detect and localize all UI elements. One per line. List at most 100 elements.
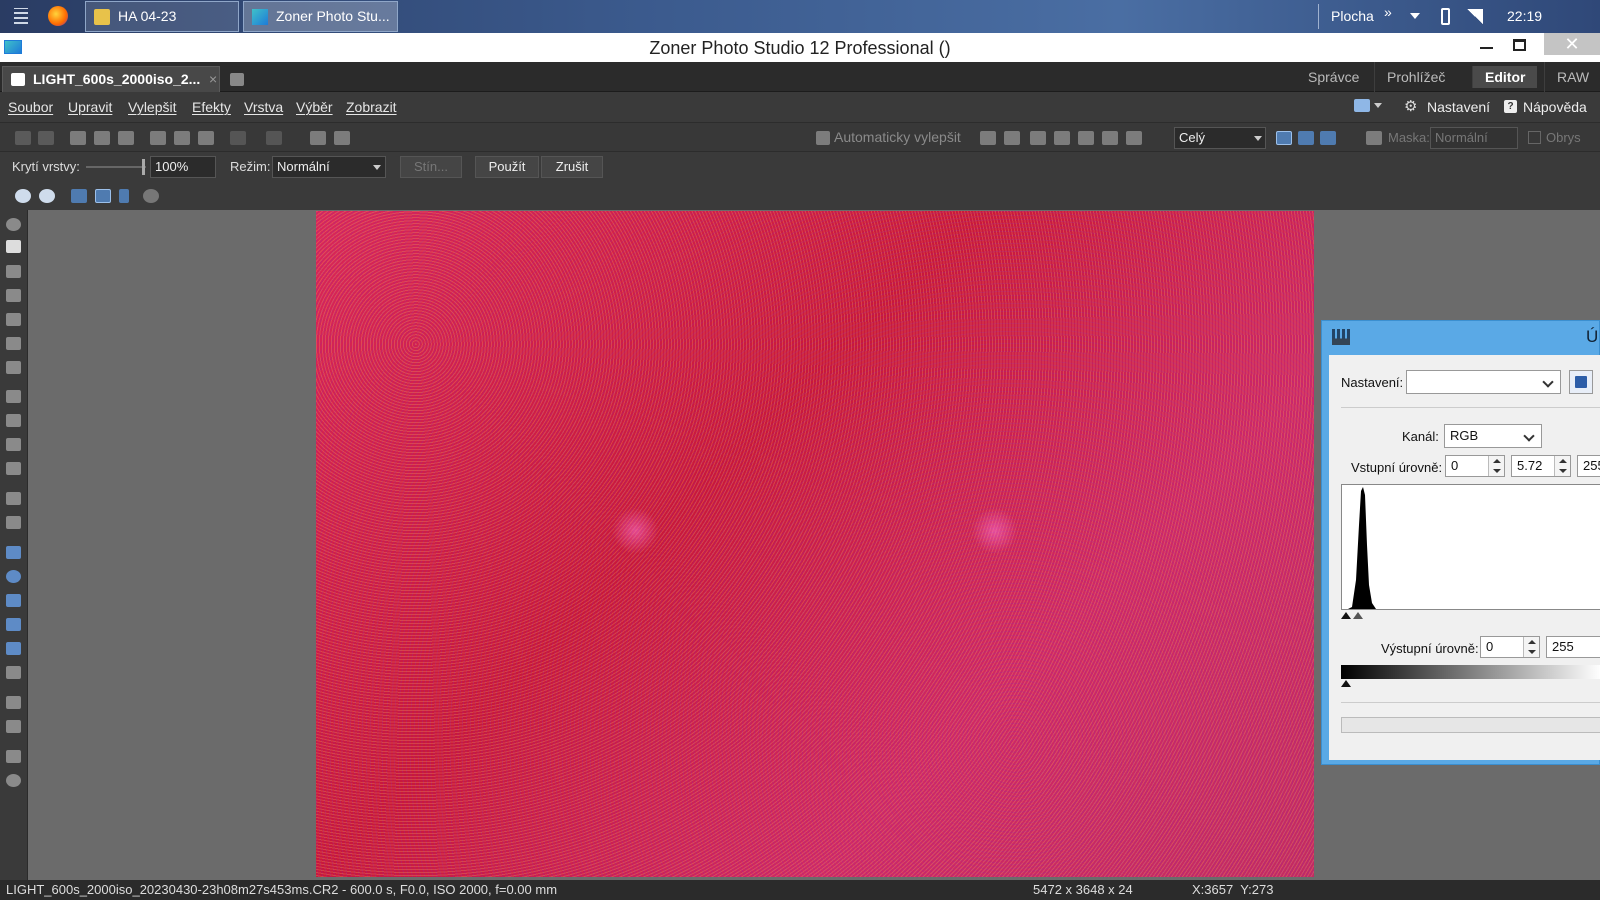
preset-select[interactable]	[1406, 370, 1561, 394]
blend-mode-select[interactable]: Normální	[272, 156, 386, 178]
spinner-arrows-icon[interactable]	[1523, 637, 1539, 657]
frame-tool-icon[interactable]	[6, 720, 21, 733]
settings-link[interactable]: Nastavení	[1427, 99, 1490, 115]
layers-tool-icon[interactable]	[6, 696, 21, 709]
hand-tool-icon[interactable]	[6, 240, 21, 253]
maximize-icon[interactable]	[1513, 39, 1526, 51]
zoom-tool-icon[interactable]	[6, 218, 21, 231]
eraser-tool-icon[interactable]	[6, 516, 21, 529]
outline-checkbox[interactable]	[1528, 131, 1541, 144]
curves-icon[interactable]	[1004, 131, 1020, 145]
open-icon[interactable]	[70, 131, 86, 145]
actual-size-icon[interactable]	[1320, 131, 1336, 145]
opacity-slider-handle[interactable]	[142, 159, 145, 175]
fit-view-icon[interactable]	[95, 189, 111, 203]
module-raw[interactable]: RAW	[1544, 62, 1600, 92]
image-canvas[interactable]	[316, 211, 1314, 877]
apply-button[interactable]: Použít	[475, 156, 539, 178]
image-adjust-icon[interactable]	[1102, 131, 1118, 145]
module-viewer[interactable]: Prohlížeč	[1374, 62, 1457, 92]
taskbar-button-folder[interactable]: HA 04-23	[85, 1, 239, 32]
paste-icon[interactable]	[174, 131, 190, 145]
red-eye-tool-icon[interactable]	[6, 390, 21, 403]
fit-height-icon[interactable]	[119, 189, 129, 203]
input-gamma-handle[interactable]	[1353, 612, 1363, 619]
menu-effects[interactable]: Efekty	[192, 99, 231, 115]
chevron-down-icon[interactable]	[1374, 103, 1382, 108]
actual-size-icon[interactable]	[71, 189, 87, 203]
output-white-field[interactable]: 255	[1546, 636, 1600, 658]
output-black-handle[interactable]	[1341, 680, 1351, 687]
redo-icon[interactable]	[266, 131, 282, 145]
input-black-field[interactable]: 0	[1445, 455, 1505, 477]
polygon-lasso-tool-icon[interactable]	[6, 618, 21, 631]
firefox-icon[interactable]	[48, 6, 68, 26]
print-menu-icon[interactable]	[1126, 131, 1142, 145]
brush-tool-icon[interactable]	[6, 492, 21, 505]
minimize-icon[interactable]	[1480, 47, 1493, 49]
image-view-icon[interactable]	[1354, 99, 1370, 112]
auto-enhance-icon[interactable]	[816, 131, 830, 145]
rect-select-tool-icon[interactable]	[6, 546, 21, 559]
healing-tool-icon[interactable]	[6, 438, 21, 451]
magic-wand-tool-icon[interactable]	[6, 666, 21, 679]
crop-tool-icon[interactable]	[6, 265, 21, 278]
brush-icon[interactable]	[1030, 131, 1046, 145]
input-black-handle[interactable]	[1341, 612, 1351, 619]
mask-select[interactable]: Normální	[1430, 127, 1518, 149]
module-editor[interactable]: Editor	[1472, 66, 1538, 88]
save-preset-icon[interactable]	[1569, 370, 1593, 394]
start-grid-icon[interactable]	[14, 8, 28, 24]
ellipse-select-tool-icon[interactable]	[6, 570, 21, 583]
camera-tool-icon[interactable]	[6, 750, 21, 763]
undo-icon[interactable]	[230, 131, 246, 145]
lasso-tool-icon[interactable]	[6, 594, 21, 607]
menu-file[interactable]: Soubor	[8, 99, 53, 115]
shadow-button[interactable]: Stín...	[400, 156, 462, 178]
retouch-tool-icon[interactable]	[6, 462, 21, 475]
fit-view-icon[interactable]	[1276, 131, 1292, 145]
zoom-reset-icon[interactable]	[143, 189, 159, 203]
menu-selection[interactable]: Výběr	[296, 99, 333, 115]
fit-height-icon[interactable]	[1298, 131, 1314, 145]
mask-brush-icon[interactable]	[1366, 131, 1382, 145]
desktop-toolbar-label[interactable]: Plocha	[1331, 8, 1374, 24]
menu-edit[interactable]: Upravit	[68, 99, 112, 115]
chevron-more-icon[interactable]: »	[1384, 4, 1392, 20]
gear-icon[interactable]: ⚙	[1404, 97, 1417, 115]
signal-icon[interactable]	[1467, 9, 1483, 24]
cancel-button[interactable]: Zrušit	[541, 156, 603, 178]
settings-tool-icon[interactable]	[6, 774, 21, 787]
copy-icon[interactable]	[150, 131, 166, 145]
save-icon[interactable]	[94, 131, 110, 145]
spinner-arrows-icon[interactable]	[1554, 456, 1570, 476]
transform-tool-icon[interactable]	[6, 361, 21, 374]
sharpen-icon[interactable]	[1054, 131, 1070, 145]
help-icon[interactable]: ?	[1504, 100, 1517, 113]
clone-stamp-tool-icon[interactable]	[6, 414, 21, 427]
spinner-arrows-icon[interactable]	[1488, 456, 1504, 476]
module-manager[interactable]: Správce	[1296, 62, 1371, 92]
resize-tool-icon[interactable]	[6, 337, 21, 350]
battery-icon[interactable]	[1441, 8, 1450, 25]
input-gamma-field[interactable]: 5.72	[1511, 455, 1571, 477]
print-icon[interactable]	[118, 131, 134, 145]
taskbar-button-zoner[interactable]: Zoner Photo Stu...	[243, 1, 398, 32]
output-black-field[interactable]: 0	[1480, 636, 1540, 658]
clock[interactable]: 22:19	[1507, 8, 1542, 24]
chevron-down-icon[interactable]	[1410, 13, 1420, 19]
layer-icon[interactable]	[310, 131, 326, 145]
help-link[interactable]: Nápověda	[1523, 99, 1587, 115]
zoom-in-icon[interactable]	[15, 189, 31, 203]
channel-select[interactable]: RGB	[1444, 424, 1542, 448]
auto-enhance-button[interactable]: Automaticky vylepšit	[834, 129, 961, 145]
forward-icon[interactable]	[38, 131, 54, 145]
levels-icon[interactable]	[980, 131, 996, 145]
opacity-slider[interactable]	[86, 166, 146, 168]
new-tab-icon[interactable]	[230, 73, 244, 86]
close-button[interactable]: ✕	[1544, 33, 1600, 55]
straighten-tool-icon[interactable]	[6, 289, 21, 302]
input-white-field[interactable]: 255	[1577, 455, 1600, 477]
back-icon[interactable]	[15, 131, 31, 145]
zoom-out-icon[interactable]	[39, 189, 55, 203]
